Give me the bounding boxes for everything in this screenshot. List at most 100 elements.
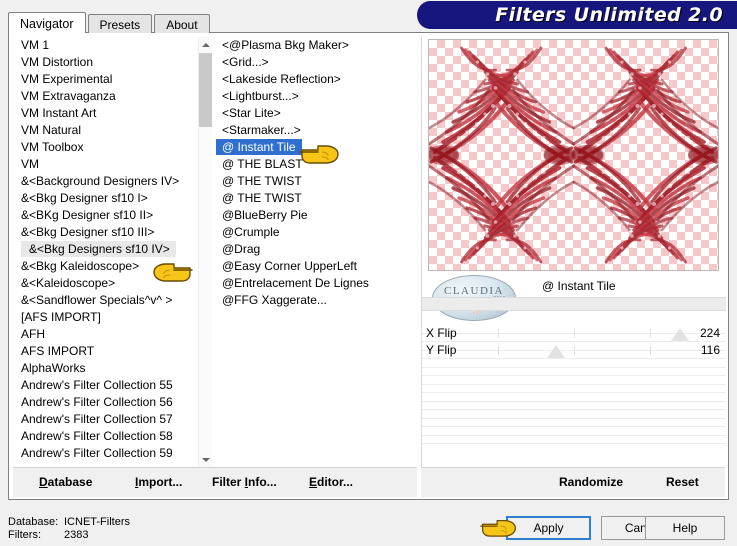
slider-track — [422, 384, 726, 385]
filter-list-item[interactable]: <Star Lite> — [216, 105, 403, 122]
chevron-down-icon[interactable] — [199, 452, 212, 467]
category-list-item[interactable]: Andrew's Filter Collection 57 — [13, 411, 198, 428]
category-list-item[interactable]: AFS IMPORT — [13, 343, 198, 360]
filter-list-item[interactable]: @ THE TWIST — [216, 173, 403, 190]
slider-handle[interactable] — [671, 328, 690, 341]
filter-list-item[interactable]: @ Instant Tile — [216, 139, 403, 156]
filter-list-item[interactable]: <Starmaker...> — [216, 122, 403, 139]
filter-list-item[interactable]: @Entrelacement De Lignes — [216, 275, 403, 292]
tab-presets[interactable]: Presets — [87, 14, 153, 33]
filter-list-item-label: @ THE TWIST — [222, 174, 302, 188]
slider-label: Y Flip — [426, 343, 457, 357]
slider-row-empty — [422, 427, 726, 444]
category-list-item[interactable]: Andrew's Filter Collection 56 — [13, 394, 198, 411]
tab-navigator[interactable]: Navigator — [8, 12, 86, 33]
category-list-item[interactable]: VM Natural — [13, 122, 198, 139]
filter-list-item-label: @ THE TWIST — [222, 191, 302, 205]
category-list-item[interactable]: Andrew's Filter Collection 58 — [13, 428, 198, 445]
app-banner: Filters Unlimited 2.0 — [417, 1, 737, 29]
tab-bar: Navigator Presets About — [8, 12, 212, 33]
slider-track — [422, 401, 726, 402]
filter-list-item-label: @Easy Corner UpperLeft — [222, 259, 357, 273]
category-list-item[interactable]: AFH — [13, 326, 198, 343]
category-list-items: VM 1 VM Distortion VM Experimental VM Extra… — [13, 37, 198, 462]
filter-list-item[interactable]: @ THE TWIST — [216, 190, 403, 207]
filter-list-item-label: <Lightburst...> — [222, 89, 299, 103]
category-list-item[interactable]: VM 1 — [13, 37, 198, 54]
category-list-item[interactable]: &<Bkg Designer sf10 I> — [13, 190, 198, 207]
category-list-item[interactable]: &<Kaleidoscope> — [13, 275, 198, 292]
randomize-button[interactable]: Randomize — [559, 475, 623, 489]
filter-list-item[interactable]: @BlueBerry Pie — [216, 207, 403, 224]
chevron-up-icon[interactable] — [199, 37, 212, 52]
database-button[interactable]: Database — [39, 475, 92, 489]
filter-list-item-label: @Entrelacement De Lignes — [222, 276, 369, 290]
parameter-sliders: X Flip 224 Y Flip 116 — [422, 325, 726, 444]
slider-row-empty — [422, 376, 726, 393]
filter-list-item-label: @Crumple — [222, 225, 280, 239]
import-button[interactable]: Import... — [135, 475, 182, 489]
slider-tick — [650, 329, 651, 338]
category-list-item[interactable]: &<Bkg Designer sf10 III> — [13, 224, 198, 241]
selected-filter-name: @ Instant Tile — [542, 279, 616, 293]
filter-list-item-label: <Starmaker...> — [222, 123, 301, 137]
reset-button[interactable]: Reset — [666, 475, 699, 489]
filter-list-item[interactable]: @FFG Xaggerate... — [216, 292, 403, 309]
filter-info-button[interactable]: Filter Info... — [212, 475, 277, 489]
preview-action-bar: Randomize Reset — [421, 467, 725, 497]
slider-row-empty — [422, 393, 726, 410]
status-filters-label: Filters: — [8, 529, 41, 541]
editor-button[interactable]: Editor... — [309, 475, 353, 489]
filter-list-item-label: @FFG Xaggerate... — [222, 293, 327, 307]
category-listbox[interactable]: VM 1 VM Distortion VM Experimental VM Extra… — [13, 37, 212, 467]
filter-list-item[interactable]: <@Plasma Bkg Maker> — [216, 37, 403, 54]
slider-row-y-flip[interactable]: Y Flip 116 — [422, 342, 726, 359]
slider-value: 224 — [699, 326, 720, 340]
filter-list-item[interactable]: <Grid...> — [216, 54, 403, 71]
info-divider-bar — [422, 297, 726, 311]
category-list-item[interactable]: [AFS IMPORT] — [13, 309, 198, 326]
filter-list-item-label: @BlueBerry Pie — [222, 208, 308, 222]
slider-row-empty — [422, 359, 726, 376]
filter-list-item[interactable]: @Easy Corner UpperLeft — [216, 258, 403, 275]
filter-list-item[interactable]: <Lakeside Reflection> — [216, 71, 403, 88]
help-button[interactable]: Help — [645, 516, 725, 540]
filter-list-item[interactable]: @ THE BLAST — [216, 156, 403, 173]
category-list-item[interactable]: &<Bkg Designers sf10 IV> — [13, 241, 198, 258]
filter-list-item-label: @ THE BLAST — [222, 157, 303, 171]
slider-handle[interactable] — [546, 345, 565, 358]
slider-row-empty — [422, 410, 726, 427]
category-list-item[interactable]: Andrew's Filter Collection 59 — [13, 445, 198, 462]
category-list-item[interactable]: AlphaWorks — [13, 360, 198, 377]
slider-label: X Flip — [426, 326, 457, 340]
tab-about[interactable]: About — [154, 14, 210, 33]
category-list-item[interactable]: Andrew's Filter Collection 55 — [13, 377, 198, 394]
preview-info-strip: CLAUDIA 2010 🐕 @ Instant Tile — [422, 275, 726, 323]
filter-listbox[interactable]: <@Plasma Bkg Maker> <Grid...> <Lakeside Re… — [216, 37, 417, 467]
category-list-item[interactable]: &<BKg Designer sf10 II> — [13, 207, 198, 224]
footer-bar: Database: ICNET-Filters Filters: 2383 Ap… — [0, 502, 737, 546]
filter-list-item-label: @ Instant Tile — [216, 139, 302, 155]
status-database-value: ICNET-Filters — [64, 516, 130, 528]
slider-tick — [498, 346, 499, 355]
slider-row-x-flip[interactable]: X Flip 224 — [422, 325, 726, 342]
filter-list-item[interactable]: <Lightburst...> — [216, 88, 403, 105]
apply-button[interactable]: Apply — [506, 516, 591, 540]
filter-list-item[interactable]: @Crumple — [216, 224, 403, 241]
category-list-item[interactable]: VM Experimental — [13, 71, 198, 88]
filter-preview-image[interactable] — [428, 39, 719, 271]
slider-tick — [650, 346, 651, 355]
category-list-item[interactable]: &<Background Designers IV> — [13, 173, 198, 190]
slider-tick — [498, 329, 499, 338]
filter-list-item[interactable]: @Drag — [216, 241, 403, 258]
category-list-scrollbar[interactable] — [198, 37, 212, 467]
category-list-item[interactable]: &<Bkg Kaleidoscope> — [13, 258, 198, 275]
category-list-item[interactable]: VM Instant Art — [13, 105, 198, 122]
category-list-item[interactable]: VM Extravaganza — [13, 88, 198, 105]
category-list-item[interactable]: VM — [13, 156, 198, 173]
scrollbar-thumb[interactable] — [199, 53, 212, 127]
category-list-item[interactable]: VM Toolbox — [13, 139, 198, 156]
filter-list-items: <@Plasma Bkg Maker> <Grid...> <Lakeside Re… — [216, 37, 403, 309]
category-list-item[interactable]: VM Distortion — [13, 54, 198, 71]
category-list-item[interactable]: &<Sandflower Specials^v^ > — [13, 292, 198, 309]
